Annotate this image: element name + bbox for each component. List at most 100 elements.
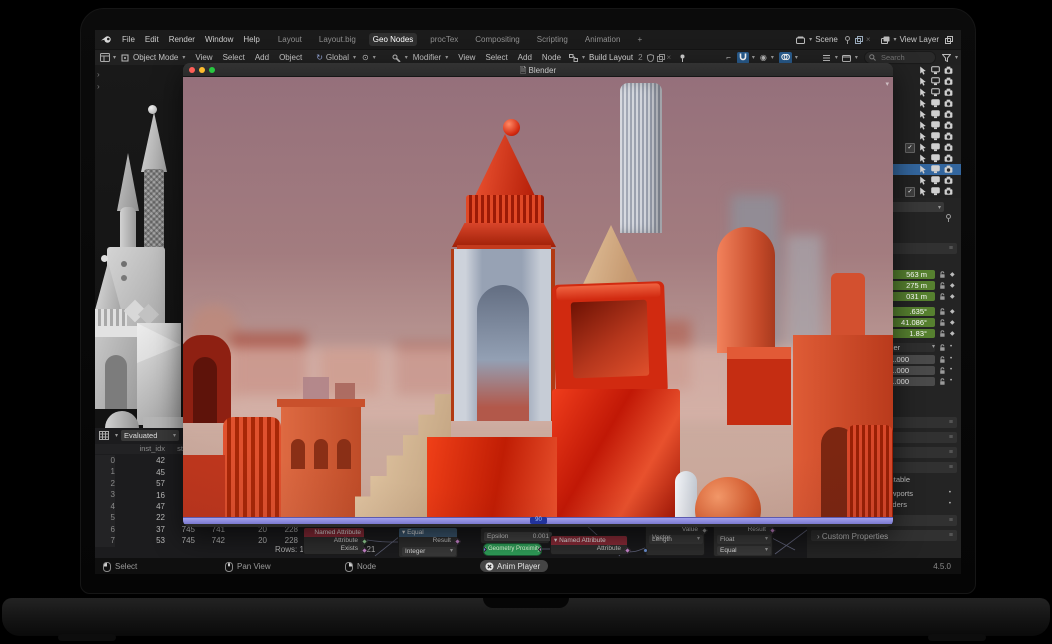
node-tree-type-dropdown[interactable]: ▾ Modifier▾ bbox=[392, 53, 448, 62]
menu-render[interactable]: Render bbox=[169, 35, 195, 44]
checkbox[interactable]: ✓ bbox=[905, 187, 915, 197]
node-tree-name[interactable]: ▾ Build Layout 2 bbox=[569, 53, 643, 62]
workspace-tab-animation[interactable]: Animation bbox=[581, 33, 625, 46]
pin-icon[interactable] bbox=[945, 214, 952, 222]
workspace-tab-compositing[interactable]: Compositing bbox=[471, 33, 523, 46]
proportional-edit-dropdown[interactable]: ◉▾ bbox=[760, 53, 774, 62]
viewport-menu-select[interactable]: Select bbox=[223, 53, 245, 62]
blender-logo-icon[interactable] bbox=[101, 35, 112, 44]
column-header[interactable]: inst_idx bbox=[115, 444, 165, 454]
compare-type-dropdown[interactable]: Float▾ bbox=[717, 535, 771, 544]
outliner-filter-dropdown[interactable]: ▾ bbox=[842, 54, 858, 62]
checkbox[interactable]: ✓ bbox=[905, 143, 915, 153]
node-named-attribute[interactable]: ▾ Named Attribute Attribute bbox=[550, 535, 628, 555]
menu-edit[interactable]: Edit bbox=[145, 35, 159, 44]
user-count-badge[interactable]: 2 bbox=[638, 53, 642, 62]
viewport-menu-add[interactable]: Add bbox=[255, 53, 269, 62]
viewport-menu-view[interactable]: View bbox=[195, 53, 212, 62]
parent-snap-icon[interactable]: ⌐ bbox=[726, 53, 731, 62]
search-input[interactable] bbox=[879, 52, 931, 63]
lock-icon[interactable] bbox=[939, 271, 946, 279]
lock-icon[interactable] bbox=[939, 367, 946, 375]
overlays-icon[interactable] bbox=[779, 52, 792, 64]
view-gizmo-dropdown-icon[interactable]: ▾ bbox=[885, 81, 889, 88]
orientation-dropdown[interactable]: ↻ Global▾ bbox=[316, 53, 356, 62]
keyframe-icon[interactable]: • bbox=[950, 367, 952, 373]
mode-dropdown[interactable]: Object Mode▾ bbox=[121, 53, 185, 62]
keyframe-icon[interactable]: • bbox=[950, 356, 952, 362]
node-vector-math[interactable]: Value Length▾ Vector bbox=[645, 524, 705, 556]
render-window[interactable]: 🗎 Blender bbox=[183, 63, 893, 527]
keyframe-icon[interactable]: ◆ bbox=[950, 319, 955, 326]
lock-icon[interactable] bbox=[939, 293, 946, 301]
node-menu-select[interactable]: Select bbox=[485, 53, 507, 62]
node-equal[interactable]: ▾ Equal Result Integer▾ bbox=[398, 527, 458, 558]
equal-type-dropdown[interactable]: Integer▾ bbox=[402, 547, 456, 556]
keyframe-dot[interactable]: • bbox=[949, 501, 951, 507]
shield-icon[interactable] bbox=[647, 54, 654, 62]
lock-icon[interactable] bbox=[939, 356, 946, 364]
pin-icon[interactable] bbox=[679, 54, 686, 62]
lock-icon[interactable] bbox=[939, 282, 946, 290]
spreadsheet-icon[interactable] bbox=[99, 431, 109, 440]
copy-icon[interactable] bbox=[945, 36, 953, 44]
outliner-display-dropdown[interactable]: ▾ bbox=[822, 54, 838, 62]
node-geometry-proximity[interactable]: › Geometry Proximity bbox=[483, 543, 542, 556]
viewport-menu-object[interactable]: Object bbox=[279, 53, 302, 62]
menu-file[interactable]: File bbox=[122, 35, 135, 44]
custom-properties-panel[interactable]: › Custom Properties bbox=[817, 533, 888, 541]
epsilon-field[interactable]: Epsilon0.001 bbox=[484, 532, 552, 541]
render-window-titlebar[interactable]: 🗎 Blender bbox=[183, 63, 893, 77]
node-menu-node[interactable]: Node bbox=[542, 53, 561, 62]
menu-help[interactable]: Help bbox=[243, 35, 259, 44]
workspace-tab-add[interactable]: + bbox=[633, 33, 646, 46]
workspace-tab-proctex[interactable]: procTex bbox=[426, 33, 462, 46]
filter-funnel-dropdown[interactable]: ▾ bbox=[942, 54, 958, 62]
table-cell: 745 bbox=[165, 536, 195, 545]
keyframe-icon[interactable]: ◆ bbox=[950, 330, 955, 337]
workspace-tab-scripting[interactable]: Scripting bbox=[533, 33, 572, 46]
workspace-tab-layout[interactable]: Layout bbox=[274, 33, 306, 46]
node-menu-view[interactable]: View bbox=[458, 53, 475, 62]
scene-selector[interactable]: ▾ Scene bbox=[796, 35, 838, 44]
lock-icon[interactable] bbox=[939, 319, 946, 327]
close-icon[interactable]: × bbox=[866, 35, 871, 44]
node-compare[interactable]: Result Float▾ Equal▾ bbox=[713, 524, 773, 557]
lock-icon[interactable] bbox=[939, 308, 946, 316]
node-named-attribute-input[interactable]: Named Attribute Attribute Exists bbox=[303, 527, 365, 555]
view-layer-selector[interactable]: ▾ View Layer bbox=[881, 35, 939, 44]
table-row[interactable]: 7537457422022810. bbox=[95, 535, 450, 546]
keyframe-dot[interactable]: • bbox=[949, 490, 951, 496]
render-shape-arch-opening bbox=[477, 285, 529, 421]
region-toggle-icon[interactable]: › bbox=[97, 83, 100, 91]
pivot-dropdown[interactable]: ⊙▾ bbox=[362, 53, 376, 62]
keyframe-icon[interactable]: • bbox=[950, 378, 952, 384]
pin-icon[interactable] bbox=[844, 36, 851, 44]
viewport-clay-preview[interactable]: › › bbox=[95, 65, 183, 428]
socket[interactable] bbox=[643, 548, 648, 553]
close-icon[interactable]: × bbox=[667, 53, 672, 62]
frame-indicator[interactable]: 90 bbox=[530, 517, 547, 524]
lock-icon[interactable] bbox=[939, 330, 946, 338]
node-menu-add[interactable]: Add bbox=[518, 53, 532, 62]
anim-player-button[interactable]: Anim Player bbox=[480, 560, 548, 572]
workspace-tab-layout-big[interactable]: Layout.big bbox=[315, 33, 360, 46]
editor-type-icon[interactable] bbox=[100, 53, 110, 62]
lock-icon[interactable] bbox=[939, 378, 946, 386]
copy-icon[interactable] bbox=[657, 54, 665, 62]
socket[interactable] bbox=[483, 546, 487, 553]
compare-op-dropdown[interactable]: Equal▾ bbox=[717, 546, 771, 555]
menu-window[interactable]: Window bbox=[205, 35, 233, 44]
copy-icon[interactable] bbox=[855, 36, 863, 44]
keyframe-icon[interactable]: ◆ bbox=[950, 308, 955, 315]
keyframe-icon[interactable]: ◆ bbox=[950, 271, 955, 278]
workspace-tab-geo-nodes[interactable]: Geo Nodes bbox=[369, 33, 417, 46]
snap-magnet-icon[interactable] bbox=[737, 52, 749, 64]
keyframe-icon[interactable]: • bbox=[950, 344, 952, 350]
dataset-dropdown[interactable]: Evaluated▾ bbox=[121, 430, 179, 441]
lock-icon[interactable] bbox=[939, 344, 946, 352]
keyframe-icon[interactable]: ◆ bbox=[950, 293, 955, 300]
keyframe-icon[interactable]: ◆ bbox=[950, 282, 955, 289]
region-toggle-icon[interactable]: › bbox=[97, 71, 100, 79]
node-epsilon-body[interactable]: Epsilon0.001 bbox=[480, 527, 550, 544]
